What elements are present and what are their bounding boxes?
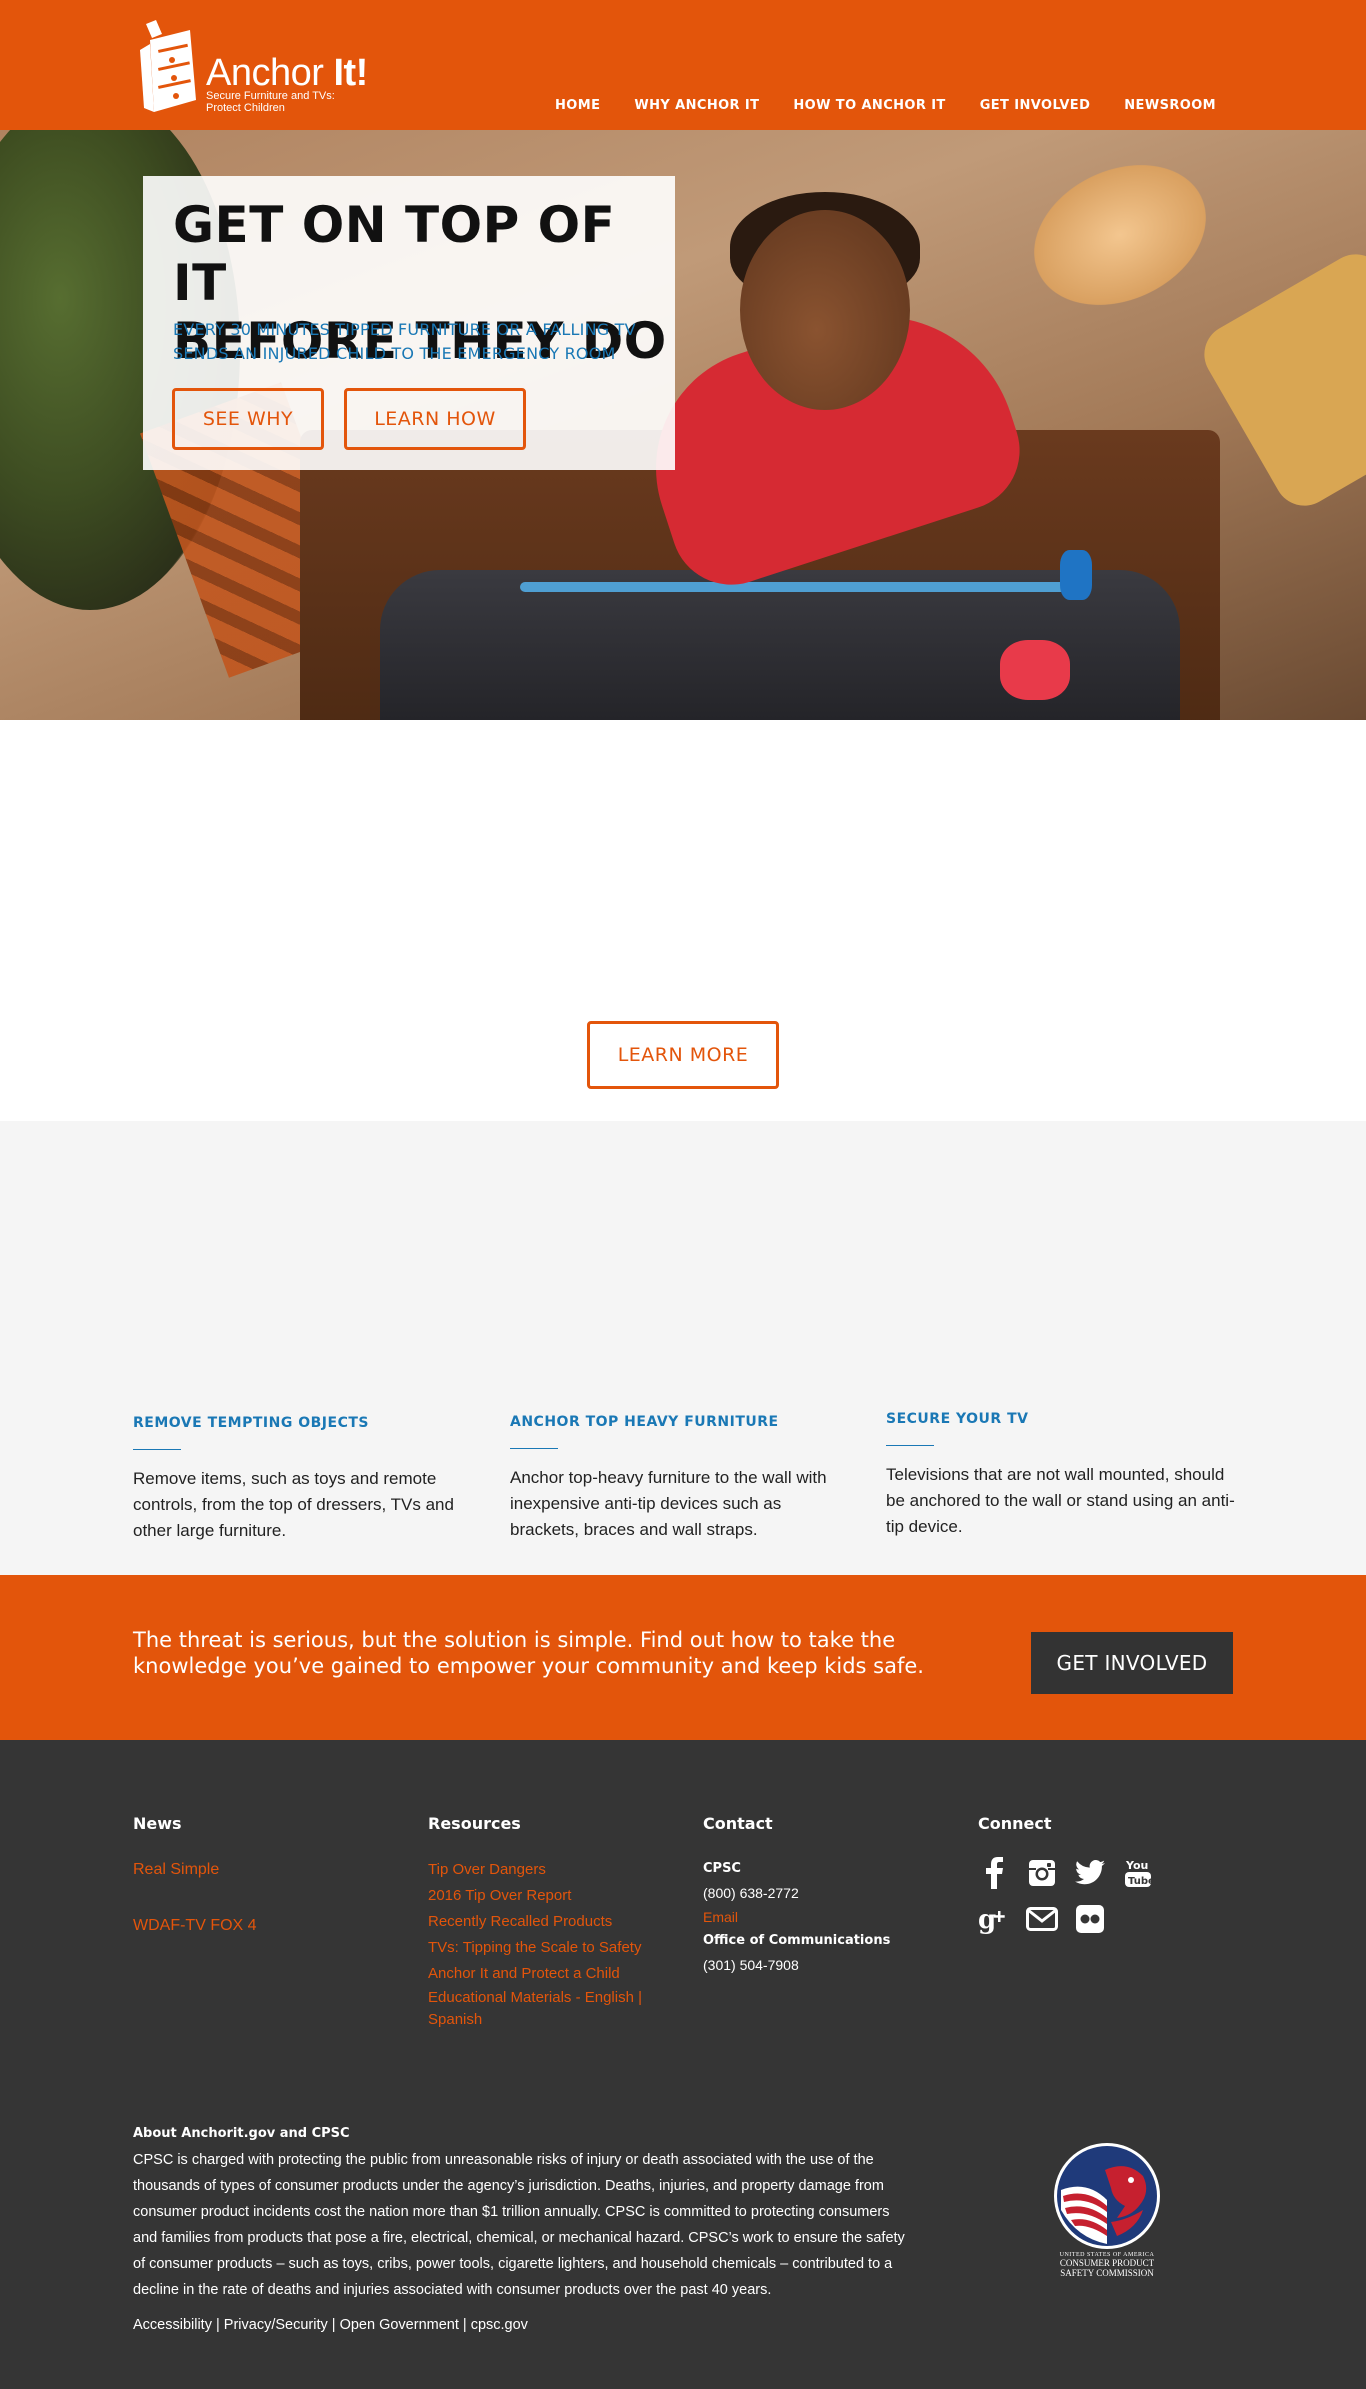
tip-text: Anchor top-heavy furniture to the wall w… bbox=[510, 1468, 827, 1539]
hero-banner: GET ON TOP OF IT BEFORE THEY DO EVERY 30… bbox=[0, 130, 1366, 720]
tip-title: ANCHOR TOP HEAVY FURNITURE bbox=[510, 1414, 779, 1430]
separator: | bbox=[211, 2317, 224, 2333]
contact-phone: (800) 638-2772 bbox=[703, 1885, 799, 1901]
contact-office-phone: (301) 504-7908 bbox=[703, 1957, 799, 1973]
logo-tagline: Secure Furniture and TVs: Protect Childr… bbox=[206, 90, 335, 114]
svg-text:Tube: Tube bbox=[1128, 1876, 1152, 1887]
svg-text:You: You bbox=[1125, 1859, 1148, 1872]
learn-more-button[interactable]: LEARN MORE bbox=[587, 1021, 779, 1089]
hero-subtitle: EVERY 30 MINUTES TIPPED FURNITURE OR A F… bbox=[173, 320, 636, 363]
tip-remove-objects: REMOVE TEMPTING OBJECTS Remove items, su… bbox=[133, 1415, 473, 1544]
facebook-icon[interactable] bbox=[978, 1857, 1010, 1889]
tip-text: Televisions that are not wall mounted, s… bbox=[886, 1465, 1235, 1536]
nav-home[interactable]: HOME bbox=[555, 98, 600, 113]
nav-get-involved[interactable]: GET INVOLVED bbox=[980, 98, 1091, 113]
contact-org: CPSC bbox=[703, 1861, 741, 1876]
see-why-button[interactable]: SEE WHY bbox=[172, 388, 324, 450]
tips-section: REMOVE TEMPTING OBJECTS Remove items, su… bbox=[0, 1121, 1366, 1575]
dresser-logo-icon bbox=[140, 20, 196, 112]
hero-child-face bbox=[740, 210, 910, 410]
footer-contact-heading: Contact bbox=[703, 1814, 773, 1833]
tip-divider bbox=[133, 1449, 181, 1450]
site-footer: News Real Simple WDAF-TV FOX 4 Resources… bbox=[0, 1740, 1366, 2389]
footer-resources: Resources Tip Over Dangers 2016 Tip Over… bbox=[428, 1814, 642, 2031]
svg-text:g: g bbox=[978, 1905, 996, 1934]
email-icon[interactable] bbox=[1026, 1903, 1058, 1935]
logo-title: Anchor It! bbox=[206, 52, 368, 94]
get-involved-banner: The threat is serious, but the solution … bbox=[0, 1575, 1366, 1740]
resource-link-tip-over-report[interactable]: 2016 Tip Over Report bbox=[428, 1883, 642, 1909]
separator: | bbox=[327, 2317, 340, 2333]
nav-how-to-anchor-it[interactable]: HOW TO ANCHOR IT bbox=[793, 98, 945, 113]
hero-toy-figure bbox=[1000, 640, 1070, 700]
hero-plush-lion bbox=[1010, 138, 1230, 332]
tip-secure-tv: SECURE YOUR TV Televisions that are not … bbox=[886, 1411, 1236, 1540]
resource-link-tip-over-dangers[interactable]: Tip Over Dangers bbox=[428, 1857, 642, 1883]
resource-link-recalled-products[interactable]: Recently Recalled Products bbox=[428, 1909, 642, 1935]
footer-news: News Real Simple WDAF-TV FOX 4 bbox=[133, 1814, 257, 1969]
contact-office: Office of Communications bbox=[703, 1933, 891, 1948]
youtube-icon[interactable]: You Tube bbox=[1122, 1857, 1154, 1889]
resource-link-protect-child[interactable]: Anchor It and Protect a Child bbox=[428, 1961, 642, 1987]
about-text: CPSC is charged with protecting the publ… bbox=[133, 2152, 905, 2298]
footer-connect: Connect You Tube g bbox=[978, 1814, 1188, 1935]
footer-news-heading: News bbox=[133, 1814, 182, 1833]
hero-card: GET ON TOP OF IT BEFORE THEY DO EVERY 30… bbox=[143, 176, 675, 470]
google-plus-icon[interactable]: g bbox=[978, 1903, 1010, 1935]
legal-links: Accessibility | Privacy/Security | Open … bbox=[133, 2317, 528, 2333]
tip-text: Remove items, such as toys and remote co… bbox=[133, 1469, 454, 1540]
cpsc-gov-link[interactable]: cpsc.gov bbox=[471, 2317, 528, 2333]
social-icons: You Tube g bbox=[978, 1857, 1188, 1935]
tip-title: SECURE YOUR TV bbox=[886, 1411, 1029, 1427]
contact-email-link[interactable]: Email bbox=[703, 1905, 890, 1929]
cpsc-seal[interactable]: UNITED STATES OF AMERICA CONSUMER PRODUC… bbox=[1047, 2140, 1167, 2280]
separator: | bbox=[458, 2317, 471, 2333]
instagram-icon[interactable] bbox=[1026, 1857, 1058, 1889]
resource-link-educational-english[interactable]: Educational Materials - English | bbox=[428, 1987, 642, 2009]
privacy-link[interactable]: Privacy/Security bbox=[224, 2317, 328, 2333]
news-link-real-simple[interactable]: Real Simple bbox=[133, 1857, 257, 1883]
nav-why-anchor-it[interactable]: WHY ANCHOR IT bbox=[634, 98, 759, 113]
twitter-icon[interactable] bbox=[1074, 1857, 1106, 1889]
tip-title: REMOVE TEMPTING OBJECTS bbox=[133, 1415, 369, 1431]
flickr-icon[interactable] bbox=[1074, 1903, 1106, 1935]
nav-newsroom[interactable]: NEWSROOM bbox=[1124, 98, 1216, 113]
about-heading: About Anchorit.gov and CPSC bbox=[133, 2126, 350, 2141]
footer-contact: Contact CPSC (800) 638-2772 Email Office… bbox=[703, 1814, 890, 1977]
tip-divider bbox=[510, 1448, 558, 1449]
accessibility-link[interactable]: Accessibility bbox=[133, 2317, 212, 2333]
site-header: Anchor It! Secure Furniture and TVs: Pro… bbox=[0, 0, 1366, 130]
cpsc-seal-icon bbox=[1054, 2143, 1160, 2249]
about-section: About Anchorit.gov and CPSC CPSC is char… bbox=[133, 2126, 913, 2303]
footer-resources-heading: Resources bbox=[428, 1814, 521, 1833]
footer-connect-heading: Connect bbox=[978, 1814, 1052, 1833]
resource-link-educational-spanish[interactable]: Spanish bbox=[428, 2009, 642, 2031]
anchor-it-logo[interactable]: Anchor It! Secure Furniture and TVs: Pro… bbox=[132, 16, 368, 120]
tip-divider bbox=[886, 1445, 934, 1446]
main-nav: HOME WHY ANCHOR IT HOW TO ANCHOR IT GET … bbox=[555, 98, 1216, 113]
hero-toy-block bbox=[1060, 550, 1092, 600]
learn-how-button[interactable]: LEARN HOW bbox=[344, 388, 526, 450]
open-government-link[interactable]: Open Government bbox=[340, 2317, 459, 2333]
news-link-wdaf[interactable]: WDAF-TV FOX 4 bbox=[133, 1913, 257, 1939]
tip-anchor-furniture: ANCHOR TOP HEAVY FURNITURE Anchor top-he… bbox=[510, 1414, 850, 1543]
hero-tv-highlight bbox=[520, 582, 1080, 592]
get-involved-button[interactable]: GET INVOLVED bbox=[1031, 1632, 1233, 1694]
resource-link-tvs-tipping[interactable]: TVs: Tipping the Scale to Safety bbox=[428, 1935, 642, 1961]
cpsc-seal-text: UNITED STATES OF AMERICA CONSUMER PRODUC… bbox=[1059, 2252, 1155, 2278]
cta-text: The threat is serious, but the solution … bbox=[133, 1628, 924, 1678]
